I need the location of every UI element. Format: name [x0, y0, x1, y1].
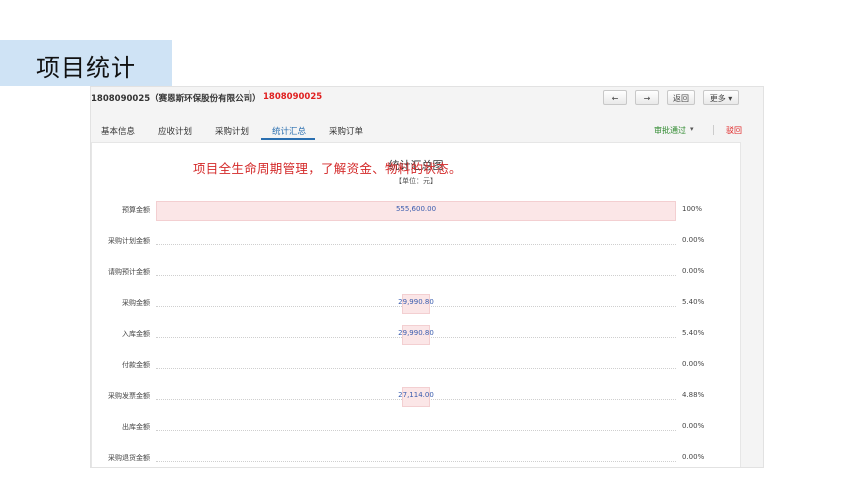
percent-label: 0.00% [682, 236, 705, 244]
chart-row: 入库金额 29,990.80 5.40% [92, 325, 740, 345]
percent-label: 4.88% [682, 391, 705, 399]
approve-status-dropdown[interactable]: 审批通过 [654, 125, 686, 136]
back-button[interactable]: ← [603, 90, 627, 105]
chart-row: 请购预计金额 0.00% [92, 263, 740, 283]
category-label: 出库金额 [122, 423, 150, 431]
reject-button[interactable]: 驳回 [726, 125, 742, 136]
more-dropdown[interactable]: 更多 ▾ [703, 90, 739, 105]
chevron-down-icon: ▾ [690, 125, 694, 133]
row-gridline [156, 430, 676, 431]
percent-label: 5.40% [682, 298, 705, 306]
category-label: 采购计划金额 [108, 237, 150, 245]
chart-row: 付款金额 0.00% [92, 356, 740, 376]
category-label: 预算金额 [122, 206, 150, 214]
overlay-annotation: 项目全生命周期管理，了解资金、物料的状态。 [193, 161, 462, 176]
percent-label: 0.00% [682, 453, 705, 461]
tab-receivable-plan[interactable]: 应收计划 [158, 125, 192, 137]
percent-label: 0.00% [682, 360, 705, 368]
arrow-right-icon: → [643, 94, 651, 103]
category-label: 采购金额 [122, 299, 150, 307]
return-button[interactable]: 返回 [667, 90, 695, 105]
tab-purchase-plan[interactable]: 采购计划 [215, 125, 249, 137]
slide-title-box: 项目统计 [0, 40, 172, 86]
bar-value-label: 29,990.80 [398, 298, 434, 306]
chart-row: 出库金额 0.00% [92, 418, 740, 438]
row-gridline [156, 275, 676, 276]
chart-row: 预算金额 555,600.00 100% [92, 201, 740, 221]
percent-label: 5.40% [682, 329, 705, 337]
project-code-company: 1808090025（赛恩斯环保股份有限公司） [91, 94, 261, 104]
category-label: 付款金额 [122, 361, 150, 369]
bar-value-label: 555,600.00 [395, 205, 437, 213]
tab-basic-info[interactable]: 基本信息 [101, 125, 135, 137]
bar-value-label: 29,990.80 [398, 329, 434, 337]
tab-statistics-summary[interactable]: 统计汇总 [272, 125, 306, 137]
percent-label: 0.00% [682, 267, 705, 275]
bar-value-label: 27,114.00 [398, 391, 434, 399]
chart-row: 采购发票金额 27,114.00 4.88% [92, 387, 740, 407]
active-tab-indicator [261, 138, 315, 140]
percent-label: 100% [682, 205, 703, 213]
project-id: 1808090025 [263, 92, 323, 102]
chart-panel: 统计汇总图 【单位：元】 预算金额 555,600.00 100% 采购计划金额 0.0… [91, 142, 741, 467]
percent-label: 0.00% [682, 422, 705, 430]
header-divider [249, 90, 250, 102]
chart-row: 采购金额 29,990.80 5.40% [92, 294, 740, 314]
chart-row: 采购计划金额 0.00% [92, 232, 740, 252]
category-label: 请购预计金额 [108, 268, 150, 276]
app-window: 1808090025（赛恩斯环保股份有限公司） 1808090025 ← → 返… [90, 86, 764, 468]
row-gridline [156, 244, 676, 245]
row-gridline [156, 461, 676, 462]
category-label: 采购发票金额 [108, 392, 150, 400]
forward-button[interactable]: → [635, 90, 659, 105]
slide-title: 项目统计 [36, 54, 136, 82]
arrow-left-icon: ← [611, 94, 619, 103]
category-label: 采购退货金额 [108, 454, 150, 462]
action-divider [713, 125, 714, 135]
chart-unit: 【单位：元】 [395, 177, 437, 185]
tab-purchase-order[interactable]: 采购订单 [329, 125, 363, 137]
category-label: 入库金额 [122, 330, 150, 338]
chart-row: 采购退货金额 0.00% [92, 449, 740, 467]
row-gridline [156, 368, 676, 369]
